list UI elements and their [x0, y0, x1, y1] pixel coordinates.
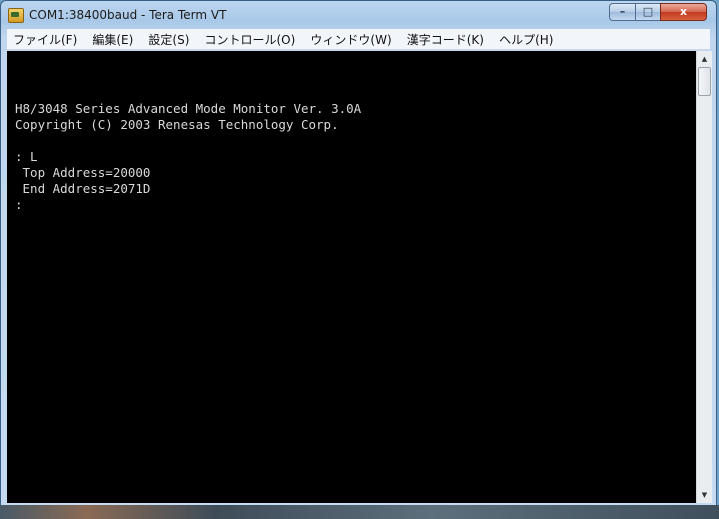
terminal-line: H8/3048 Series Advanced Mode Monitor Ver… [15, 101, 362, 116]
menu-window[interactable]: ウィンドウ(W) [306, 30, 395, 50]
terminal-screen[interactable]: H8/3048 Series Advanced Mode Monitor Ver… [7, 51, 696, 503]
terminal-output: H8/3048 Series Advanced Mode Monitor Ver… [15, 85, 361, 213]
menu-file[interactable]: ファイル(F) [9, 30, 81, 50]
menu-bar: ファイル(F) 編集(E) 設定(S) コントロール(O) ウィンドウ(W) 漢… [7, 29, 710, 50]
menu-help[interactable]: ヘルプ(H) [495, 30, 557, 50]
terminal-line: : [15, 197, 23, 212]
window-title: COM1:38400baud - Tera Term VT [29, 8, 227, 22]
title-bar[interactable]: COM1:38400baud - Tera Term VT – □ x [1, 1, 716, 29]
scroll-up-icon[interactable]: ▲ [697, 51, 712, 67]
close-button[interactable]: x [660, 3, 707, 21]
terminal-line: Copyright (C) 2003 Renesas Technology Co… [15, 117, 339, 132]
menu-edit[interactable]: 編集(E) [88, 30, 137, 50]
menu-kanji-code[interactable]: 漢字コード(K) [403, 30, 488, 50]
tera-term-app-icon[interactable] [8, 8, 24, 23]
vertical-scrollbar[interactable]: ▲ ▼ [696, 51, 712, 503]
minimize-button[interactable]: – [609, 3, 636, 21]
scroll-thumb[interactable] [698, 67, 711, 96]
tera-term-window: COM1:38400baud - Tera Term VT – □ x ファイル… [0, 0, 717, 509]
menu-control[interactable]: コントロール(O) [201, 30, 300, 50]
terminal-line: End Address=2071D [15, 181, 151, 196]
desktop-background [0, 505, 719, 519]
scroll-down-icon[interactable]: ▼ [697, 487, 712, 503]
terminal-line: : L [15, 149, 38, 164]
maximize-button[interactable]: □ [635, 3, 661, 21]
terminal-line: Top Address=20000 [15, 165, 151, 180]
menu-setup[interactable]: 設定(S) [144, 30, 193, 50]
